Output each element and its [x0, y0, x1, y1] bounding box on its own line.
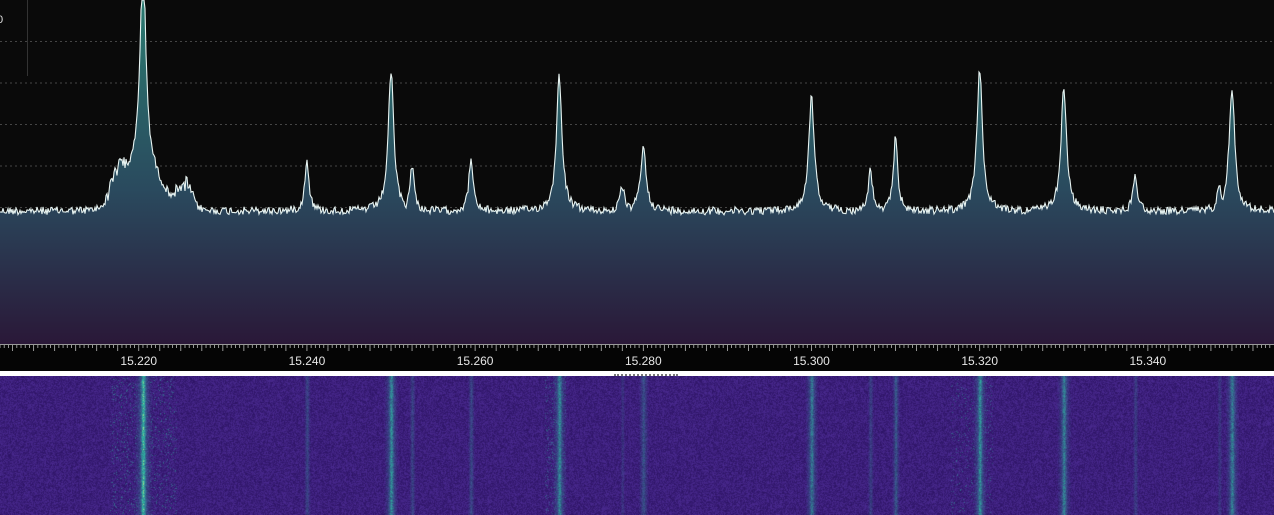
frequency-label: 15.340 — [1129, 354, 1167, 368]
spectrum-display[interactable]: 0 — [0, 0, 1274, 344]
waterfall-canvas[interactable] — [0, 376, 1274, 515]
level-scale-label: 0 — [0, 14, 4, 26]
frequency-label: 15.300 — [793, 354, 830, 368]
frequency-ticks — [0, 344, 1274, 351]
frequency-label: 15.220 — [120, 354, 158, 368]
frequency-label: 15.280 — [624, 354, 662, 368]
frequency-label: 15.240 — [288, 354, 326, 368]
spectrum-plot[interactable] — [0, 0, 1274, 344]
frequency-label: 15.320 — [961, 354, 999, 368]
waterfall-display[interactable] — [0, 376, 1274, 515]
frequency-axis[interactable]: 15.220 15.240 15.260 15.280 15.300 15.320 15.3… — [0, 344, 1274, 371]
frequency-label: 15.260 — [456, 354, 494, 368]
level-scale-divider — [27, 0, 28, 76]
